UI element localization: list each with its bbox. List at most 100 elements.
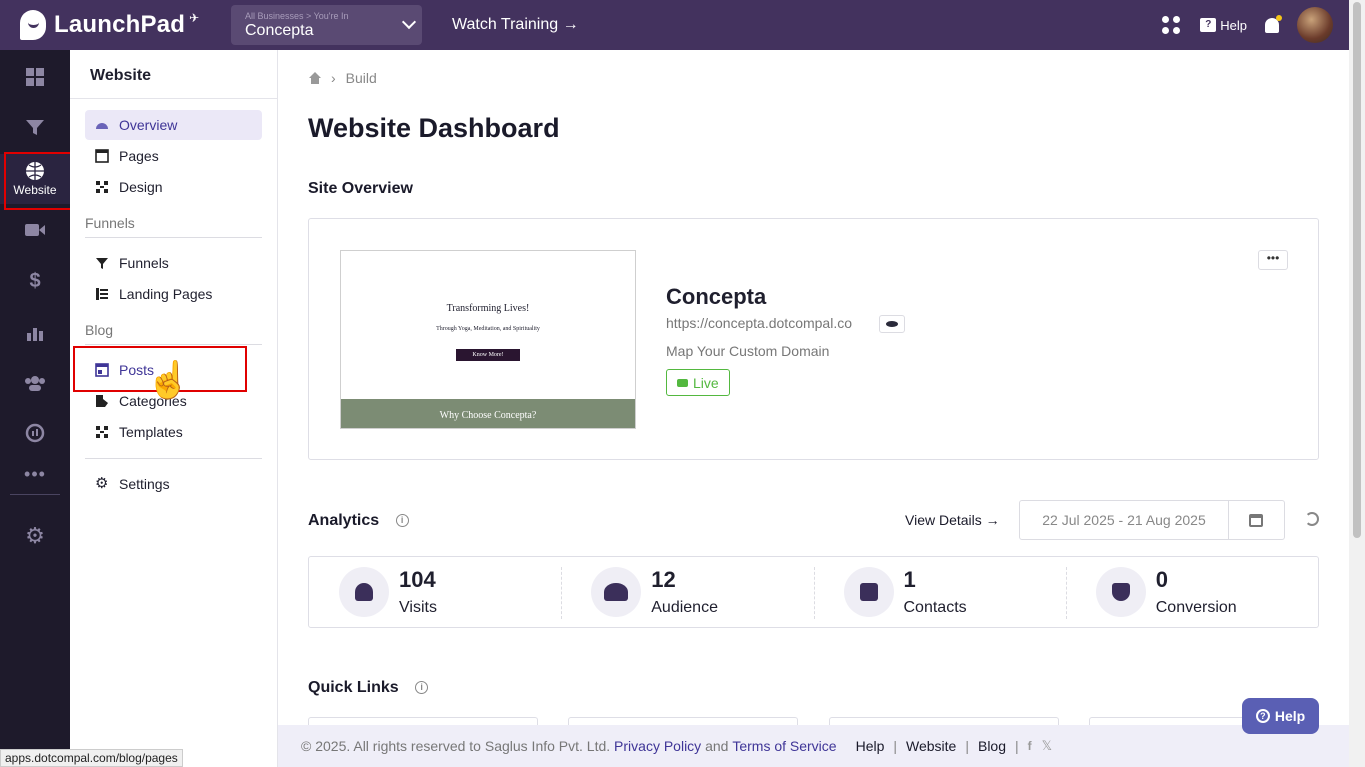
page-title: Website Dashboard — [308, 113, 560, 143]
apps-grid-icon[interactable] — [1162, 16, 1181, 34]
business-switcher[interactable]: All Businesses > You're In Concepta — [231, 5, 422, 45]
sidebar-item-settings[interactable]: ⚙ Settings — [85, 469, 262, 499]
person-icon — [339, 567, 389, 617]
top-bar: LaunchPad ✈ All Businesses > You're In C… — [0, 0, 1349, 50]
more-icon[interactable]: ••• — [0, 454, 70, 494]
sidebar-title: Website — [90, 67, 152, 84]
funnel-icon — [96, 258, 108, 269]
site-name: Concepta — [666, 284, 767, 309]
stat-value: 104 — [399, 567, 436, 592]
stat-visits: 104 Visits — [309, 557, 561, 627]
landing-pages-icon — [96, 288, 108, 300]
privacy-policy-link[interactable]: Privacy Policy — [614, 738, 701, 754]
sidebar-item-label: Design — [119, 179, 163, 195]
eye-icon[interactable] — [879, 315, 905, 333]
stat-value: 12 — [651, 567, 676, 592]
site-thumbnail[interactable]: Transforming Lives! Through Yoga, Medita… — [340, 250, 636, 429]
highlight-box-website — [4, 152, 75, 210]
sidebar: Website Overview Pages Design Funnels Fu… — [70, 50, 278, 767]
more-options-button[interactable]: ••• — [1258, 250, 1288, 270]
footer-and: and — [705, 738, 729, 754]
info-icon[interactable]: i — [415, 681, 429, 695]
breadcrumb: › Build — [308, 70, 377, 86]
stat-value: 1 — [903, 567, 916, 592]
section-blog: Blog — [85, 322, 114, 338]
dashboard-icon[interactable] — [0, 57, 70, 97]
section-divider — [85, 237, 262, 238]
sidebar-item-landing-pages[interactable]: Landing Pages — [85, 279, 262, 309]
footer-separator: | — [1015, 738, 1019, 754]
scrollbar[interactable] — [1349, 0, 1365, 767]
design-icon — [96, 181, 108, 193]
people-icon — [591, 567, 642, 617]
people-icon[interactable] — [0, 363, 70, 403]
x-icon[interactable]: 𝕏 — [1042, 738, 1052, 754]
gear-icon: ⚙ — [95, 475, 109, 492]
help-button[interactable]: ? Help — [1242, 698, 1319, 734]
refresh-icon[interactable] — [1305, 512, 1319, 526]
footer-separator: | — [965, 738, 969, 754]
logo-mark-icon — [20, 10, 46, 40]
sidebar-item-label: Pages — [119, 148, 159, 164]
thumb-button: Know More! — [456, 349, 520, 361]
home-icon[interactable] — [308, 72, 321, 84]
site-url[interactable]: https://concepta.dotcompal.co — [666, 315, 852, 331]
stat-label: Conversion — [1155, 599, 1237, 616]
thumb-bar: Why Choose Concepta? — [341, 399, 635, 428]
scrollbar-thumb[interactable] — [1353, 2, 1361, 538]
info-icon[interactable]: i — [395, 514, 409, 528]
sidebar-item-label: Templates — [119, 424, 183, 440]
breadcrumb-current: Build — [345, 70, 377, 86]
sidebar-item-design[interactable]: Design — [85, 172, 262, 202]
video-icon[interactable] — [0, 210, 70, 250]
watch-training-link[interactable]: Watch Training → — [452, 16, 579, 34]
facebook-icon[interactable]: f — [1028, 739, 1032, 753]
avatar[interactable] — [1297, 7, 1333, 43]
sidebar-item-templates[interactable]: Templates — [85, 417, 262, 447]
footer-copyright: © 2025. All rights reserved to Saglus In… — [301, 738, 611, 754]
sidebar-item-overview[interactable]: Overview — [85, 110, 262, 140]
view-details-link[interactable]: View Details → — [905, 512, 1000, 528]
footer-link-help[interactable]: Help — [856, 738, 885, 754]
terms-link[interactable]: Terms of Service — [732, 738, 836, 754]
analytics-title-text: Analytics — [308, 512, 380, 529]
reports-icon[interactable] — [0, 413, 70, 453]
funnel-icon[interactable] — [0, 107, 70, 147]
thumb-headline: Transforming Lives! — [446, 303, 530, 314]
dollar-icon[interactable]: $ — [0, 261, 70, 301]
sidebar-item-funnels[interactable]: Funnels — [85, 248, 262, 278]
bell-icon[interactable] — [1265, 14, 1282, 33]
calendar-icon[interactable] — [1249, 514, 1263, 527]
thumb-subline: Through Yoga, Meditation, and Spirituali… — [436, 326, 540, 332]
sidebar-item-label: Landing Pages — [119, 286, 213, 302]
analytics-title: Analytics i — [308, 512, 409, 530]
date-range-picker[interactable]: 22 Jul 2025 - 21 Aug 2025 — [1019, 500, 1285, 540]
stat-label: Contacts — [903, 599, 967, 616]
sidebar-item-pages[interactable]: Pages — [85, 141, 262, 171]
status-bar-url: apps.dotcompal.com/blog/pages — [0, 749, 183, 767]
custom-domain-link[interactable]: Map Your Custom Domain — [666, 343, 829, 359]
footer: © 2025. All rights reserved to Saglus In… — [278, 725, 1349, 767]
video-icon — [677, 378, 688, 387]
launchpad-logo[interactable]: LaunchPad ✈ — [20, 10, 220, 40]
help-button-label: Help — [1274, 708, 1306, 724]
stat-contacts: 1 Contacts — [813, 557, 1066, 627]
quick-links-title-text: Quick Links — [308, 679, 399, 696]
gear-icon[interactable]: ⚙ — [0, 516, 70, 556]
templates-icon — [96, 426, 108, 438]
footer-link-blog[interactable]: Blog — [978, 738, 1006, 754]
section-divider — [85, 344, 262, 345]
business-breadcrumb: All Businesses > You're In — [245, 11, 349, 21]
stat-audience: 12 Audience — [561, 557, 813, 627]
sidebar-item-label: Funnels — [119, 255, 169, 271]
status-label: Live — [693, 374, 719, 391]
analytics-icon[interactable] — [0, 313, 70, 353]
stat-conversion: 0 Conversion — [1065, 557, 1318, 627]
section-divider — [85, 458, 262, 459]
rocket-icon: ✈ — [189, 11, 200, 25]
footer-link-website[interactable]: Website — [906, 738, 956, 754]
gauge-icon — [96, 123, 108, 129]
help-link[interactable]: ? Help — [1200, 18, 1247, 33]
date-range-text[interactable]: 22 Jul 2025 - 21 Aug 2025 — [1020, 501, 1229, 539]
sidebar-item-label: Settings — [119, 476, 170, 492]
